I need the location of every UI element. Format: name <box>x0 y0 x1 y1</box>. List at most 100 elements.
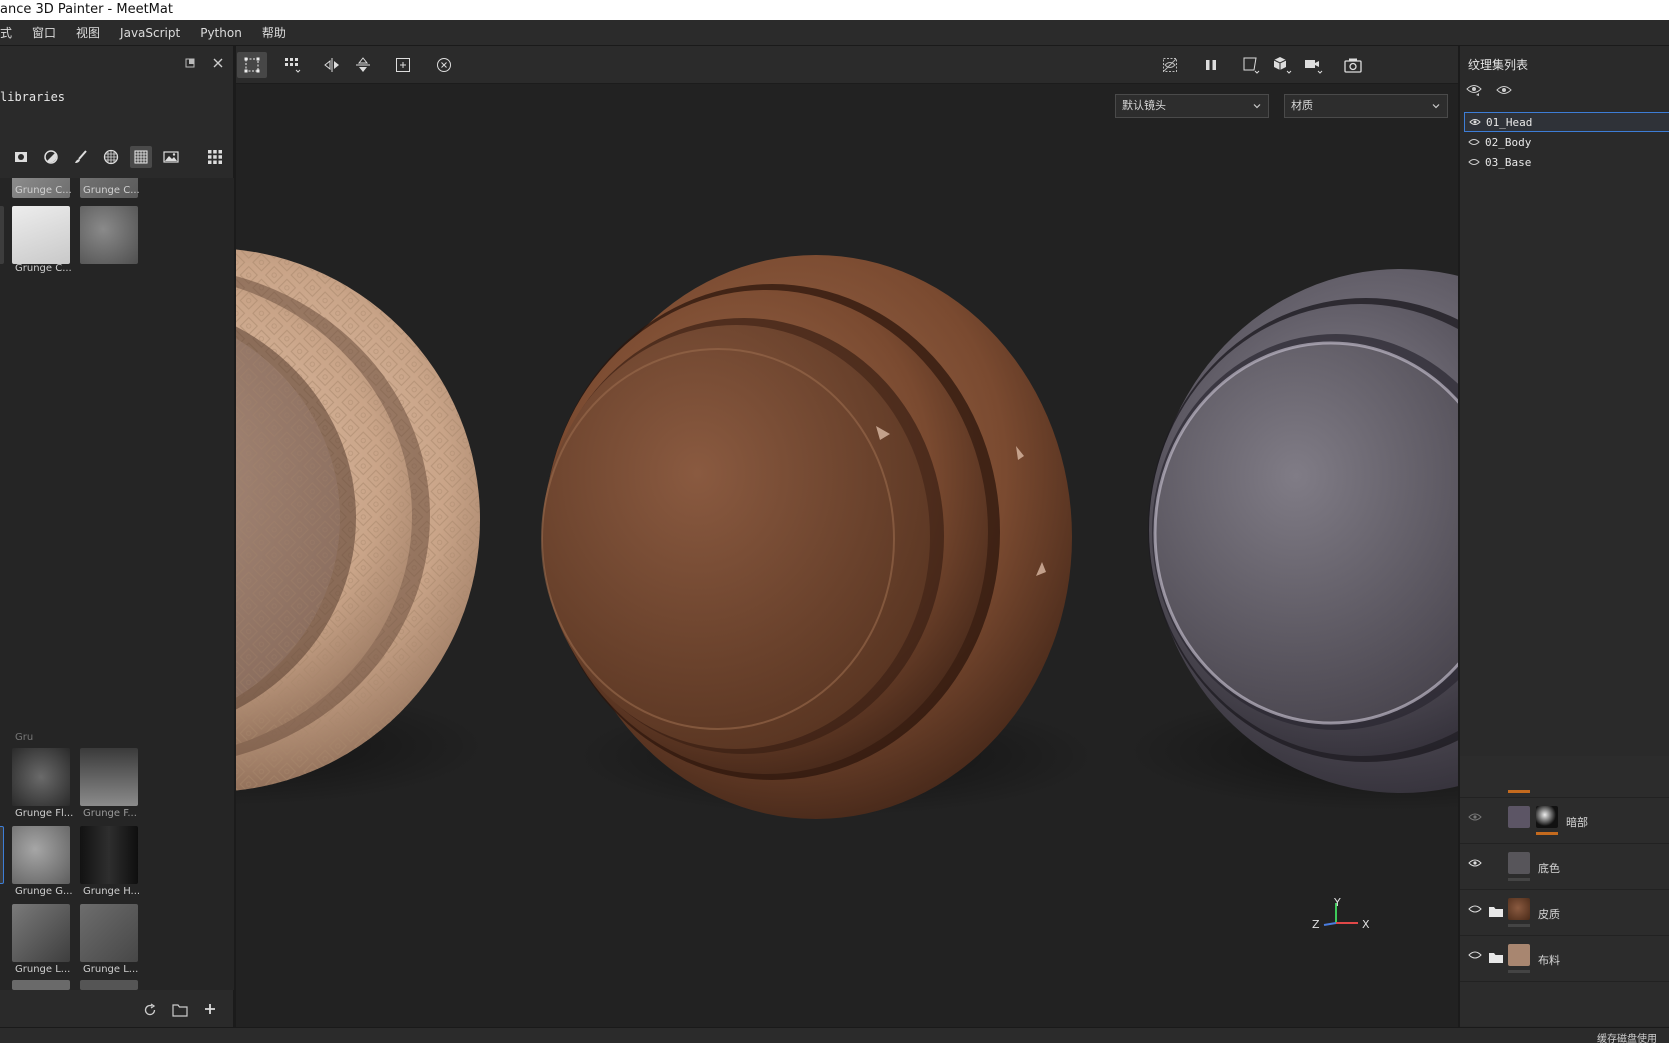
grunge-filter-icon[interactable] <box>130 146 152 168</box>
layer-thumbnail <box>1508 806 1530 828</box>
folder-icon[interactable] <box>172 1003 188 1019</box>
brush-filter-icon[interactable] <box>70 146 92 168</box>
shelf-thumbnail[interactable] <box>80 980 138 990</box>
shelf-item-label: Grunge L... <box>15 964 71 975</box>
menu-view[interactable]: 视图 <box>66 20 110 46</box>
texture-set-panel: 纹理集列表 01_Head 02_Body 03_Base 暗部 底色 皮质 布… <box>1458 46 1669 1027</box>
shelf-item-label: Gru <box>15 732 34 743</box>
eye-icon[interactable] <box>1468 137 1480 147</box>
environment-filter-icon[interactable] <box>160 146 182 168</box>
visibility-settings-icon[interactable] <box>1466 82 1482 101</box>
axis-y-label: Y <box>1333 896 1341 909</box>
eye-icon[interactable] <box>1468 157 1480 167</box>
add-icon[interactable] <box>202 1003 218 1019</box>
eye-icon[interactable] <box>1468 858 1482 868</box>
shelf-item-label: Grunge F... <box>83 808 137 819</box>
menu-help[interactable]: 帮助 <box>252 20 296 46</box>
grid-options-icon[interactable] <box>278 52 308 78</box>
camera-video-icon[interactable] <box>1299 52 1329 78</box>
layer-row-partial[interactable] <box>1460 756 1669 798</box>
view-3d-icon[interactable] <box>1268 52 1298 78</box>
layer-row[interactable]: 底色 <box>1460 844 1669 890</box>
eye-icon[interactable] <box>1468 950 1482 960</box>
fit-view-icon[interactable] <box>388 52 418 78</box>
viewport-render: Y X Z <box>236 249 1458 931</box>
close-panel-icon[interactable] <box>211 57 225 71</box>
eye-icon[interactable] <box>1468 812 1482 822</box>
view-2d-icon[interactable] <box>1237 52 1267 78</box>
display-mode-select[interactable]: 材质 <box>1284 94 1448 118</box>
shelf-thumbnail[interactable] <box>80 748 138 806</box>
status-bar: 缓存磁盘使用 <box>0 1027 1669 1043</box>
shelf-footer <box>0 995 232 1027</box>
texture-set-list: 01_Head 02_Body 03_Base <box>1464 112 1669 172</box>
layer-name: 暗部 <box>1566 816 1588 829</box>
grid-view-icon[interactable] <box>204 146 226 168</box>
shelf-item-label: Grunge Fl... <box>15 808 74 819</box>
cloth-sphere <box>236 249 480 791</box>
menu-bar: 式 窗口 视图 JavaScript Python 帮助 <box>0 20 1669 46</box>
shelf-thumbnail[interactable] <box>80 826 138 884</box>
shelf-title: libraries <box>0 90 66 104</box>
axis-x-label: X <box>1362 918 1370 931</box>
texture-set-item[interactable]: 01_Head <box>1464 112 1669 132</box>
layer-row[interactable]: 皮质 <box>1460 890 1669 936</box>
shelf-thumbnail[interactable] <box>0 206 4 264</box>
smart-material-filter-icon[interactable] <box>40 146 62 168</box>
menu-mode[interactable]: 式 <box>0 20 22 46</box>
shelf-item-label: Grunge G... <box>15 886 73 897</box>
folder-icon[interactable] <box>1488 952 1504 964</box>
shelf-item-label: Grunge H... <box>83 886 141 897</box>
refresh-icon[interactable] <box>142 1003 158 1019</box>
shelf-thumbnail[interactable] <box>12 904 70 962</box>
layer-row[interactable]: 布料 <box>1460 936 1669 982</box>
metal-sphere <box>1148 269 1458 793</box>
shelf-item-label: Grunge C... <box>15 185 72 196</box>
mask-bar <box>1536 832 1558 835</box>
axis-z-label: Z <box>1312 918 1320 931</box>
screenshot-camera-icon[interactable] <box>1338 52 1368 78</box>
viewport-3d[interactable]: 默认镜头 材质 Y X Z <box>236 46 1458 1027</box>
mask-filter-icon[interactable] <box>10 146 32 168</box>
folder-icon[interactable] <box>1488 906 1504 918</box>
shelf-thumbnail[interactable] <box>12 980 70 990</box>
hide-ui-icon[interactable] <box>1155 52 1185 78</box>
shelf-panel: libraries Grunge C... Grunge C... Grunge… <box>0 46 236 1027</box>
float-panel-icon[interactable] <box>183 57 197 71</box>
shelf-filter-toolbar <box>0 142 232 172</box>
texture-set-item[interactable]: 03_Base <box>1464 152 1669 172</box>
layer-thumbnail <box>1508 898 1530 920</box>
display-mode-value: 材质 <box>1291 99 1313 112</box>
mirror-x-icon[interactable] <box>317 52 347 78</box>
procedural-filter-icon[interactable] <box>100 146 122 168</box>
shelf-thumbnail[interactable] <box>12 206 70 264</box>
eye-icon[interactable] <box>1469 117 1481 127</box>
texture-set-item[interactable]: 02_Body <box>1464 132 1669 152</box>
eye-icon[interactable] <box>1468 904 1482 914</box>
mirror-y-icon[interactable] <box>348 52 378 78</box>
eye-icon[interactable] <box>1496 82 1512 101</box>
layer-bar <box>1508 970 1530 973</box>
layer-bar <box>1508 924 1530 927</box>
shelf-thumbnail[interactable] <box>80 206 138 264</box>
camera-select[interactable]: 默认镜头 <box>1115 94 1269 118</box>
pause-icon[interactable] <box>1196 52 1226 78</box>
menu-window[interactable]: 窗口 <box>22 20 66 46</box>
menu-javascript[interactable]: JavaScript <box>110 20 190 46</box>
menu-python[interactable]: Python <box>190 20 252 46</box>
layer-name: 布料 <box>1538 954 1560 967</box>
layer-thumbnail <box>1508 944 1530 966</box>
shelf-thumbnail[interactable] <box>12 826 70 884</box>
reset-view-icon[interactable] <box>429 52 459 78</box>
shelf-thumbnail[interactable] <box>12 748 70 806</box>
uv-frame-icon[interactable] <box>237 52 267 78</box>
shelf-item-label: Grunge C... <box>15 263 72 274</box>
camera-select-value: 默认镜头 <box>1122 99 1166 112</box>
texture-set-name: 01_Head <box>1486 115 1533 129</box>
viewport-toolbar <box>236 46 1458 84</box>
layer-row[interactable]: 暗部 <box>1460 798 1669 844</box>
layer-mask-thumbnail <box>1536 806 1558 828</box>
shelf-thumbnail[interactable] <box>0 826 4 884</box>
layer-bar <box>1508 878 1530 881</box>
shelf-thumbnail[interactable] <box>80 904 138 962</box>
